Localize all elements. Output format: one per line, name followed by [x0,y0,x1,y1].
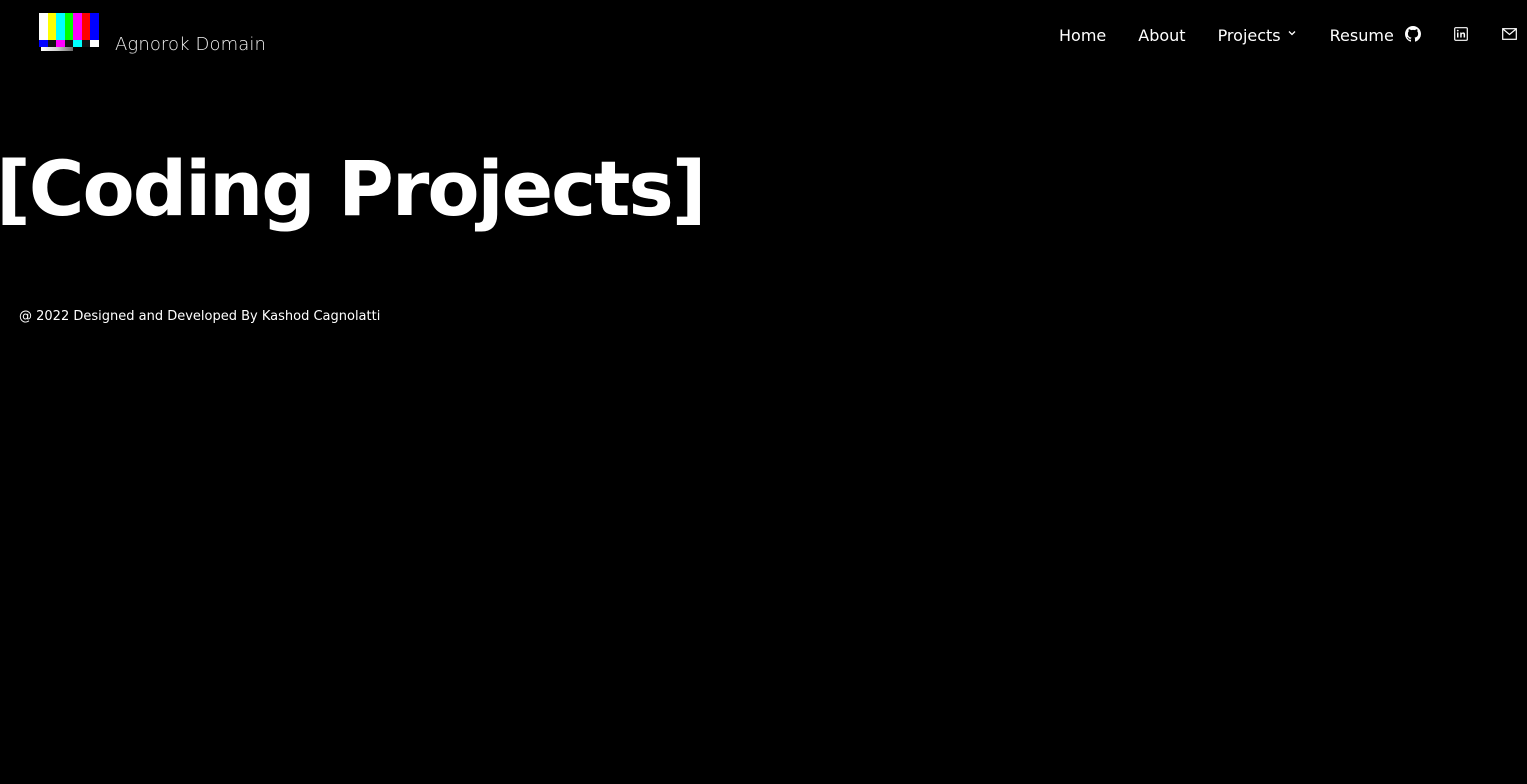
logo-bar [81,13,91,40]
logo-bar [56,13,65,40]
nav-resume-link[interactable]: Resume [1330,24,1394,48]
logo-bottom-bar [56,40,65,47]
logo-bar [39,13,48,40]
page-title: [Coding Projects] [0,144,706,233]
logo-bar [64,13,74,40]
logo-bar [90,13,100,40]
github-link[interactable] [1405,26,1421,42]
nav-projects-dropdown[interactable]: Projects [1218,24,1297,48]
mail-icon [1502,28,1517,40]
logo-bottom-bar [64,40,74,47]
brand-home-link[interactable]: Agnorok Domain [39,13,266,55]
footer-copyright: @ 2022 Designed and Developed By Kashod … [19,309,381,324]
logo-gradient-strip [41,47,73,51]
brand-name: Agnorok Domain [115,34,266,55]
linkedin-icon [1454,27,1468,41]
email-link[interactable] [1502,28,1517,40]
logo-bar [73,13,82,40]
chevron-down-icon [1288,31,1296,36]
site-header: Agnorok Domain Home About Projects Resum… [0,0,1527,80]
logo-bottom-bar [73,40,82,47]
nav-projects-label: Projects [1217,26,1281,45]
logo-bottom-bar [81,40,91,47]
github-icon [1405,26,1421,42]
logo-bottom-bar [39,40,48,47]
linkedin-link[interactable] [1454,27,1468,41]
logo-bar [47,13,57,40]
nav-about-link[interactable]: About [1138,24,1185,48]
logo-bottom-bar [90,40,100,47]
tv-test-pattern-logo [39,13,100,51]
logo-bottom-bars [39,40,100,47]
main-nav: Home About Projects Resume [1059,24,1394,48]
nav-home-link[interactable]: Home [1059,24,1106,48]
logo-bottom-bar [47,40,57,47]
logo-color-bars [39,13,100,40]
